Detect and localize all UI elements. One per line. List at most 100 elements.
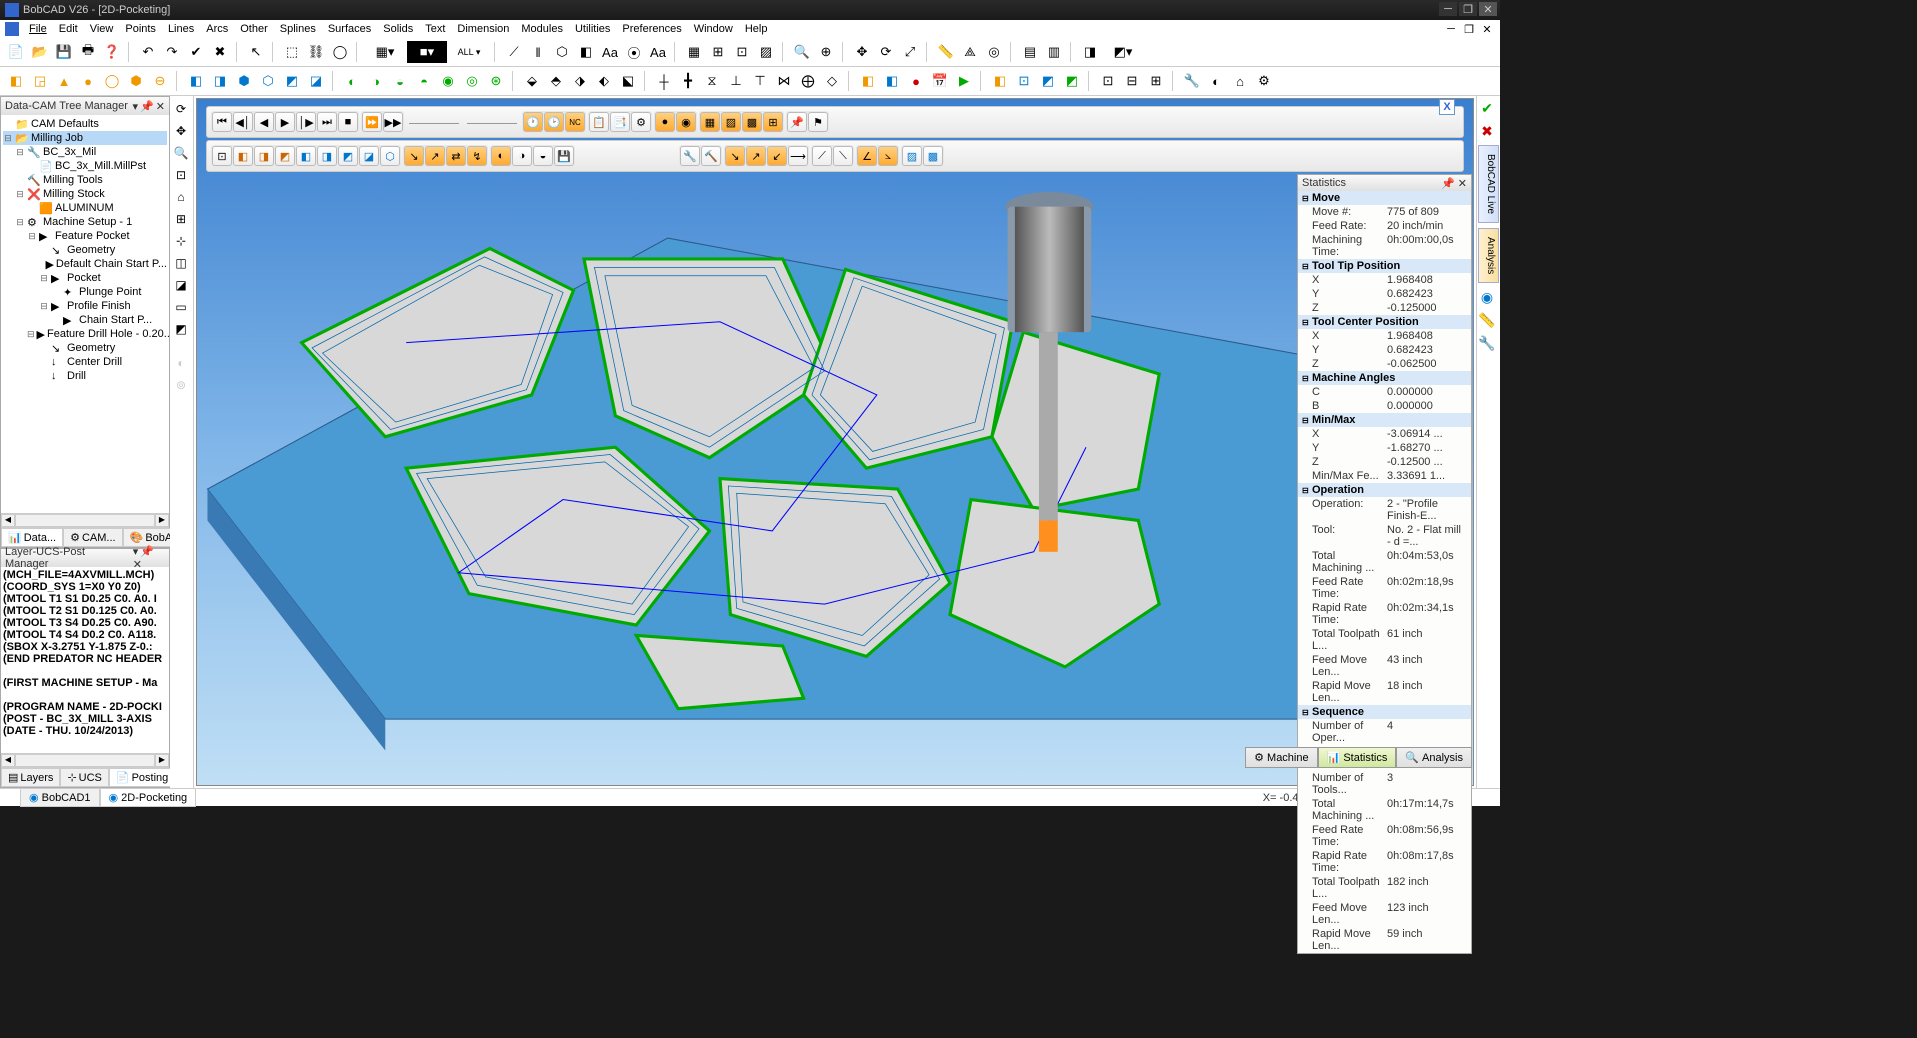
side-ruler-icon[interactable]: 📏 (1478, 311, 1496, 329)
menu-points[interactable]: Points (119, 21, 162, 37)
menu-help[interactable]: Help (739, 21, 774, 37)
stats-group-header[interactable]: ⊟Min/Max (1298, 413, 1471, 427)
view-fit-icon[interactable]: ⊡ (212, 146, 232, 166)
sim-stop-icon[interactable]: ■ (338, 112, 358, 132)
tab-posting[interactable]: 📄Posting (109, 768, 175, 787)
sim-flag-icon[interactable]: ⚑ (808, 112, 828, 132)
toolpath-4-icon[interactable]: ↯ (467, 146, 487, 166)
panel-close-icon[interactable]: ✕ (156, 101, 165, 113)
toolpath-1-icon[interactable]: ↘ (404, 146, 424, 166)
snap-1-icon[interactable]: ┼ (653, 70, 675, 92)
modify-2-icon[interactable]: ◑ (365, 70, 387, 92)
toolpath-2-icon[interactable]: ↗ (425, 146, 445, 166)
type-mode-3-icon[interactable]: ⬡ (551, 41, 573, 63)
angle-2-icon[interactable]: ⦣ (878, 146, 898, 166)
tree-row[interactable]: ⊟▶Pocket (3, 271, 167, 285)
tree-row[interactable]: ⊟📂Milling Job (3, 131, 167, 145)
tool-2-icon[interactable]: 🔨 (701, 146, 721, 166)
mdi-restore-button[interactable]: ❐ (1461, 22, 1477, 36)
sim-grid-4-icon[interactable]: ⊞ (763, 112, 783, 132)
scroll-left-icon[interactable]: ◀ (1, 514, 15, 527)
cancel-icon[interactable]: ✖ (209, 41, 231, 63)
stats-collapse-icon[interactable]: ⊟ (1302, 318, 1312, 327)
new-file-icon[interactable]: 📄 (5, 41, 27, 63)
cam-tree-body[interactable]: 📁CAM Defaults⊟📂Milling Job⊟🔧BC_3x_Mil📄BC… (1, 115, 169, 513)
vtool-zoom-icon[interactable]: 🔍 (171, 143, 191, 163)
snap-4-icon[interactable]: ⊥ (725, 70, 747, 92)
tab-ucs[interactable]: ⊹UCS (60, 768, 108, 787)
sim-step-fwd-icon[interactable]: │▶ (296, 112, 316, 132)
sim-speed-slider[interactable] (409, 120, 459, 124)
vtool-fit-icon[interactable]: ⊡ (171, 165, 191, 185)
sim-sphere-1-icon[interactable]: ● (655, 112, 675, 132)
sim-close-button[interactable]: X (1439, 99, 1455, 115)
redo-icon[interactable]: ↷ (161, 41, 183, 63)
modify-4-icon[interactable]: ◓ (413, 70, 435, 92)
post-hscroll[interactable]: ◀▶ (1, 753, 169, 767)
reject-icon[interactable]: ✖ (1478, 122, 1496, 140)
modify-3-icon[interactable]: ◒ (389, 70, 411, 92)
sim-fast-fwd-2-icon[interactable]: ▶▶ (383, 112, 403, 132)
sim-fast-fwd-icon[interactable]: ⏩ (362, 112, 382, 132)
mode-analysis-tab[interactable]: 🔍Analysis (1396, 747, 1472, 768)
mdi-minimize-button[interactable]: ─ (1443, 22, 1459, 36)
stats-collapse-icon[interactable]: ⊟ (1302, 708, 1312, 717)
stock-cylinder-icon[interactable]: ◲ (29, 70, 51, 92)
type-mode-1-icon[interactable]: ⟋ (503, 41, 525, 63)
open-file-icon[interactable]: 📂 (29, 41, 51, 63)
sim-grid-3-icon[interactable]: ▩ (742, 112, 762, 132)
extra-4-icon[interactable]: ⚙ (1253, 70, 1275, 92)
render-1-icon[interactable]: ◧ (989, 70, 1011, 92)
type-mode-4-icon[interactable]: ◧ (575, 41, 597, 63)
tab-layers[interactable]: ▤Layers (1, 768, 60, 787)
stock-extrude-icon[interactable]: ⬢ (125, 70, 147, 92)
print-icon[interactable]: 🖶 (77, 41, 99, 63)
display-3-icon[interactable]: ⊞ (1145, 70, 1167, 92)
doc-tab-2[interactable]: ◉2D-Pocketing (100, 788, 197, 807)
tool-1-icon[interactable]: 🔧 (680, 146, 700, 166)
stats-group-header[interactable]: ⊟Tool Tip Position (1298, 259, 1471, 273)
snap-5-icon[interactable]: ⊤ (749, 70, 771, 92)
tree-row[interactable]: 🟧ALUMINUM (3, 201, 167, 215)
vtool-back-icon[interactable]: ◪ (171, 275, 191, 295)
stock-torus-icon[interactable]: ◯ (101, 70, 123, 92)
tree-row[interactable]: ↓Drill (3, 369, 167, 383)
sim-nc-icon[interactable]: NC (565, 112, 585, 132)
stats-collapse-icon[interactable]: ⊟ (1302, 486, 1312, 495)
view-cube-8-icon[interactable]: ⬡ (380, 146, 400, 166)
panel-menu-icon[interactable]: ▾ (133, 546, 139, 558)
modify-6-icon[interactable]: ◎ (461, 70, 483, 92)
save-file-icon[interactable]: 💾 (53, 41, 75, 63)
path-4-icon[interactable]: ⟶ (788, 146, 808, 166)
section-save-icon[interactable]: 💾 (554, 146, 574, 166)
stats-collapse-icon[interactable]: ⊟ (1302, 416, 1312, 425)
scroll-track[interactable] (15, 754, 155, 767)
feature-4-icon[interactable]: ⬖ (593, 70, 615, 92)
sim-rewind-start-icon[interactable]: ⏮ (212, 112, 232, 132)
extra-3-icon[interactable]: ⌂ (1229, 70, 1251, 92)
search-icon[interactable]: 🔍 (791, 41, 813, 63)
panel-pin-icon[interactable]: 📌 (140, 101, 154, 113)
tree-expand-icon[interactable]: ⊟ (39, 301, 49, 312)
vtool-front-icon[interactable]: ◫ (171, 253, 191, 273)
sim-play-icon[interactable]: ▶ (275, 112, 295, 132)
menu-solids[interactable]: Solids (377, 21, 419, 37)
side-tool-icon[interactable]: 🔧 (1478, 334, 1496, 352)
modify-7-icon[interactable]: ⊛ (485, 70, 507, 92)
panel-menu-icon[interactable]: ▾ (133, 101, 139, 113)
menu-other[interactable]: Other (234, 21, 274, 37)
tree-row[interactable]: ✦Plunge Point (3, 285, 167, 299)
snap-3-icon[interactable]: ⧖ (701, 70, 723, 92)
scroll-left-icon[interactable]: ◀ (1, 754, 15, 767)
mode-machine-tab[interactable]: ⚙Machine (1245, 747, 1317, 768)
tree-expand-icon[interactable]: ⊟ (15, 217, 25, 228)
snap-2-icon[interactable]: ╋ (677, 70, 699, 92)
view-cube-4-icon[interactable]: ◧ (296, 146, 316, 166)
display-1-icon[interactable]: ⊡ (1097, 70, 1119, 92)
vtool-ortho-icon[interactable]: ⊞ (171, 209, 191, 229)
texture-2-icon[interactable]: ▩ (923, 146, 943, 166)
modify-1-icon[interactable]: ◐ (341, 70, 363, 92)
post-body[interactable]: (MCH_FILE=4AXVMILL.MCH)(COORD_SYS 1=X0 Y… (1, 567, 169, 753)
path-3-icon[interactable]: ↙ (767, 146, 787, 166)
tree-expand-icon[interactable]: ⊟ (3, 133, 13, 144)
